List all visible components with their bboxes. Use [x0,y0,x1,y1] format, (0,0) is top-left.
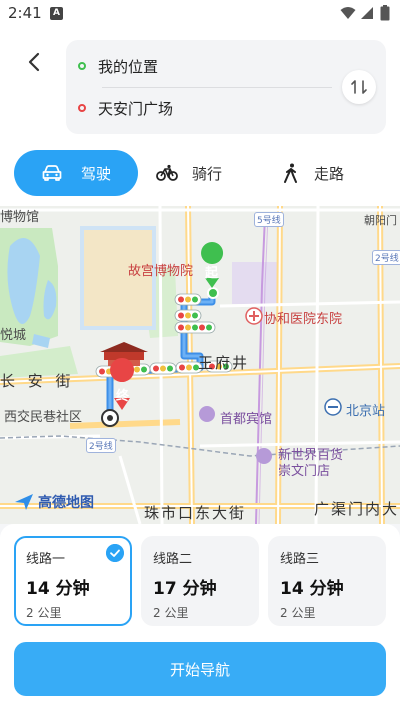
status-time: 2:41 [8,4,42,22]
tab-walk[interactable]: 走路 [282,150,344,196]
end-location-field[interactable]: 天安门广场 [78,96,338,120]
tab-walk-label: 走路 [314,164,345,183]
route-option-distance: 2 公里 [26,606,62,620]
signal-icon [361,7,373,19]
route-option-card[interactable]: 线路一 14 分钟 2 公里 [14,536,132,626]
route-options-sheet: 线路一 14 分钟 2 公里 线路二 17 分钟 2 公里 线路三 14 分钟 … [0,524,400,711]
end-dot-icon [78,104,86,112]
end-marker[interactable]: 终 [116,385,129,404]
end-location-text: 天安门广场 [98,99,174,118]
walking-icon [284,163,297,183]
map-label-chaoyangmen: 朝阳门 [364,214,397,227]
map-label-guangqumen: 广渠门内大 [314,500,400,518]
route-option-card[interactable]: 线路三 14 分钟 2 公里 [268,536,386,626]
map-label-xijiaominxiang: 西交民巷社区 [4,410,83,425]
map-label-palace-museum: 故宫博物院 [128,264,194,279]
notification-badge-icon: A [50,7,63,20]
route-option-name: 线路一 [26,552,66,567]
map-label-museum-top: 博物馆 [0,210,40,225]
tab-bike-label: 骑行 [192,164,223,183]
route-option-name: 线路二 [153,552,193,567]
start-location-text: 我的位置 [98,57,159,76]
travel-mode-tabs: 驾驶 骑行 走路 [0,140,400,206]
battery-icon [380,5,390,21]
start-dot-icon [78,62,86,70]
start-location-field[interactable]: 我的位置 [78,54,338,78]
bicycle-icon [156,164,178,181]
wifi-icon [340,7,356,19]
map-label-chongwenmen: 崇文门店 [278,464,331,479]
tab-drive[interactable]: 驾驶 [14,150,138,196]
map-label-shoudu-hotel: 首都宾馆 [220,412,273,427]
swap-button[interactable] [342,70,376,104]
start-navigation-button[interactable]: 开始导航 [14,642,386,696]
amap-logo-icon [15,494,33,510]
status-bar: 2:41 A [0,0,400,28]
map-label-line2-right: 2号线 [372,250,400,265]
route-option-distance: 2 公里 [280,606,316,620]
route-option-duration: 17 分钟 [153,579,217,599]
map-label-xiehe: 协和医院东院 [264,312,343,327]
route-divider [102,87,332,88]
amap-logo-text: 高德地图 [38,495,94,511]
map-label-yuecheng: 悦城 [0,328,27,343]
route-option-card[interactable]: 线路二 17 分钟 2 公里 [141,536,259,626]
route-option-distance: 2 公里 [153,606,189,620]
check-icon [106,544,124,562]
car-icon [42,165,62,181]
map-label-line2-bottom: 2号线 [86,438,116,453]
tab-drive-label: 驾驶 [80,164,111,183]
route-header: 我的位置 天安门广场 [0,28,400,140]
map-label-line5: 5号线 [254,212,284,227]
route-option-duration: 14 分钟 [26,579,90,599]
tab-bike[interactable]: 骑行 [156,150,222,196]
route-option-duration: 14 分钟 [280,579,344,599]
map-label-wangfujing: 王府井 [198,354,250,372]
start-marker[interactable]: 起 [205,262,218,281]
route-option-name: 线路三 [280,552,320,567]
map-label-zhushikou: 珠市口东大街 [144,504,247,522]
route-input-box: 我的位置 天安门广场 [66,40,386,134]
route-map[interactable]: 博物馆 5号线 朝阳门 故宫博物院 2号线 悦城 协和医院东院 王府井 长 安 … [0,206,400,524]
amap-logo: 高德地图 [14,492,94,512]
map-label-beijing-station: 北京站 [346,404,386,419]
map-label-changanjie: 长 安 街 [0,372,75,390]
back-arrow-icon[interactable] [20,48,48,76]
swap-arrows-icon [351,80,367,94]
